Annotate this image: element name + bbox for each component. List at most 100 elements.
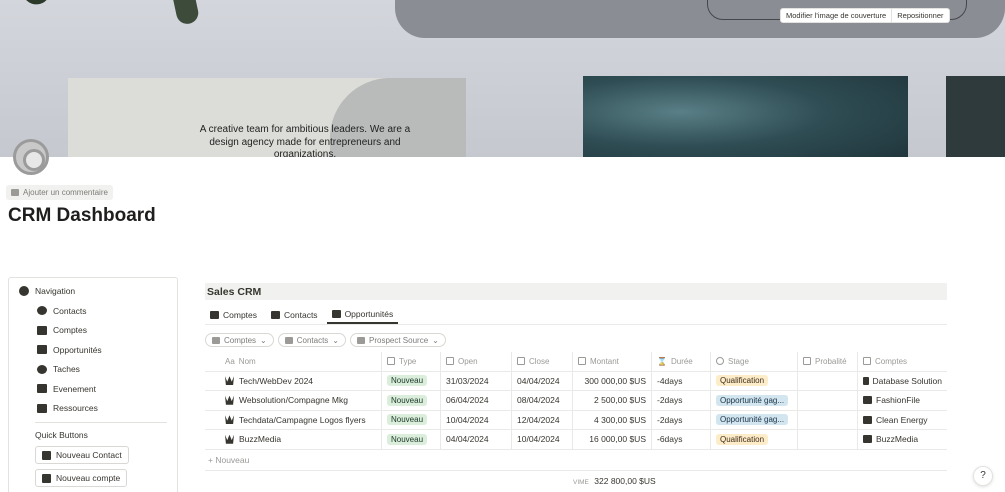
type-badge: Nouveau bbox=[387, 414, 428, 426]
nav-item-opportunites[interactable]: Opportunités bbox=[19, 340, 167, 360]
cell-comptes[interactable]: FashionFile bbox=[858, 391, 947, 410]
cell-duree[interactable]: -2days bbox=[652, 391, 711, 410]
cell-proba[interactable] bbox=[798, 391, 858, 410]
nav-item-ressources[interactable]: Ressources bbox=[19, 399, 167, 419]
column-header-montant[interactable]: Montant bbox=[573, 352, 652, 371]
cell-duree[interactable]: -4days bbox=[652, 371, 711, 390]
tab-opportunites[interactable]: Opportunités bbox=[326, 305, 399, 324]
cell-proba[interactable] bbox=[798, 371, 858, 390]
column-header-stage[interactable]: Stage bbox=[711, 352, 798, 371]
nav-item-label: Evenement bbox=[53, 383, 96, 394]
hourglass-icon: ⌛ bbox=[657, 356, 667, 366]
stage-badge: Opportunité gag... bbox=[716, 394, 789, 406]
nav-item-comptes[interactable]: Comptes bbox=[19, 321, 167, 341]
cell-stage[interactable]: Opportunité gag... bbox=[711, 410, 798, 429]
sum-label: VIME bbox=[573, 479, 589, 486]
cell-duree[interactable]: -6days bbox=[652, 430, 711, 449]
column-label: Nom bbox=[238, 356, 256, 366]
check-circle-icon bbox=[37, 364, 47, 374]
cell-montant[interactable]: 16 000,00 $US bbox=[573, 430, 652, 449]
filter-contacts[interactable]: Contacts ⌄ bbox=[277, 333, 346, 347]
cell-duree[interactable]: -2days bbox=[652, 410, 711, 429]
tab-contacts[interactable]: Contacts bbox=[266, 305, 323, 324]
filter-prospect-source[interactable]: Prospect Source ⌄ bbox=[350, 333, 446, 347]
nav-item-evenement[interactable]: Evenement bbox=[19, 379, 167, 399]
database-title[interactable]: Sales CRM bbox=[205, 283, 947, 300]
column-header-close[interactable]: Close bbox=[512, 352, 573, 371]
cell-type[interactable]: Nouveau bbox=[382, 371, 441, 390]
crown-icon bbox=[225, 434, 234, 444]
cell-open[interactable]: 10/04/2024 bbox=[441, 410, 512, 429]
cell-stage[interactable]: Qualification bbox=[711, 430, 798, 449]
select-icon bbox=[387, 357, 395, 366]
cell-close[interactable]: 04/04/2024 bbox=[512, 371, 573, 390]
plant-leaf bbox=[171, 0, 201, 26]
new-row-button[interactable]: + Nouveau bbox=[208, 455, 249, 465]
buildings-icon bbox=[863, 376, 869, 385]
reposition-button[interactable]: Repositionner bbox=[892, 8, 950, 23]
filter-comptes[interactable]: Comptes ⌄ bbox=[205, 333, 274, 347]
column-header-type[interactable]: Type bbox=[382, 352, 441, 371]
nav-item-contacts[interactable]: Contacts bbox=[19, 301, 167, 321]
nav-item-taches[interactable]: Taches bbox=[19, 360, 167, 380]
cell-comptes[interactable]: Clean Energy bbox=[858, 411, 947, 430]
table-row[interactable]: Techdata/Campagne Logos flyers Nouveau 1… bbox=[205, 410, 947, 430]
change-cover-button[interactable]: Modifier l'image de couverture bbox=[780, 8, 893, 23]
cell-stage[interactable]: Opportunité gag... bbox=[711, 391, 798, 410]
cell-text: BuzzMedia bbox=[876, 434, 919, 445]
cell-close[interactable]: 12/04/2024 bbox=[512, 410, 573, 429]
cell-nom[interactable]: Tech/WebDev 2024 bbox=[205, 371, 382, 390]
stage-badge: Qualification bbox=[716, 375, 769, 387]
cell-close[interactable]: 10/04/2024 bbox=[512, 430, 573, 449]
table-footer: VIME 322 800,00 $US bbox=[205, 470, 947, 486]
column-header-nom[interactable]: Aa Nom bbox=[205, 352, 382, 371]
page-icon[interactable] bbox=[13, 139, 49, 175]
cell-nom[interactable]: BuzzMedia bbox=[205, 430, 382, 449]
table-row[interactable]: Tech/WebDev 2024 Nouveau 31/03/2024 04/0… bbox=[205, 371, 947, 391]
cell-nom[interactable]: Techdata/Campagne Logos flyers bbox=[205, 410, 382, 429]
new-contact-button[interactable]: Nouveau Contact bbox=[35, 446, 129, 464]
cell-type[interactable]: Nouveau bbox=[382, 391, 441, 410]
column-header-proba[interactable]: Probalité bbox=[798, 352, 858, 371]
tab-comptes[interactable]: Comptes bbox=[205, 305, 262, 324]
montant-sum[interactable]: VIME 322 800,00 $US bbox=[573, 476, 656, 486]
buildings-icon bbox=[863, 396, 872, 405]
add-comment-button[interactable]: Ajouter un commentaire bbox=[6, 185, 113, 200]
new-account-button[interactable]: Nouveau compte bbox=[35, 469, 128, 487]
cell-comptes[interactable]: Database Solution bbox=[858, 372, 947, 391]
table-row[interactable]: BuzzMedia Nouveau 04/04/2024 10/04/2024 … bbox=[205, 430, 947, 450]
navigation-heading: Navigation bbox=[19, 286, 167, 296]
cell-montant[interactable]: 300 000,00 $US bbox=[573, 371, 652, 390]
tab-label: Opportunités bbox=[344, 308, 394, 319]
cell-proba[interactable] bbox=[798, 410, 858, 429]
column-header-comptes[interactable]: Comptes bbox=[858, 352, 947, 371]
cell-stage[interactable]: Qualification bbox=[711, 371, 798, 390]
column-header-open[interactable]: Open bbox=[441, 352, 512, 371]
cell-open[interactable]: 31/03/2024 bbox=[441, 371, 512, 390]
buildings-icon bbox=[210, 310, 219, 319]
cell-proba[interactable] bbox=[798, 430, 858, 449]
buildings-icon bbox=[42, 473, 51, 483]
navigation-panel: Navigation Contacts Comptes Opportunités… bbox=[8, 277, 178, 492]
layers-icon bbox=[37, 403, 47, 413]
cell-open[interactable]: 04/04/2024 bbox=[441, 430, 512, 449]
cell-comptes[interactable]: BuzzMedia bbox=[858, 430, 947, 449]
crown-icon bbox=[225, 376, 234, 386]
help-button[interactable]: ? bbox=[973, 466, 993, 486]
cell-montant[interactable]: 2 500,00 $US bbox=[573, 391, 652, 410]
cell-open[interactable]: 06/04/2024 bbox=[441, 391, 512, 410]
cell-text: Clean Energy bbox=[876, 414, 928, 425]
at-icon bbox=[271, 310, 281, 319]
table-row[interactable]: Websolution/Compagne Mkg Nouveau 06/04/2… bbox=[205, 391, 947, 411]
cell-nom[interactable]: Websolution/Compagne Mkg bbox=[205, 391, 382, 410]
column-header-duree[interactable]: ⌛ Durée bbox=[652, 352, 711, 371]
cell-type[interactable]: Nouveau bbox=[382, 410, 441, 429]
calendar-icon bbox=[517, 357, 525, 366]
cell-type[interactable]: Nouveau bbox=[382, 430, 441, 449]
money-icon bbox=[578, 357, 586, 366]
cell-close[interactable]: 08/04/2024 bbox=[512, 391, 573, 410]
nav-item-label: Comptes bbox=[53, 325, 88, 336]
cell-text: Tech/WebDev 2024 bbox=[239, 375, 314, 386]
at-icon bbox=[42, 450, 51, 460]
cell-montant[interactable]: 4 300,00 $US bbox=[573, 410, 652, 429]
